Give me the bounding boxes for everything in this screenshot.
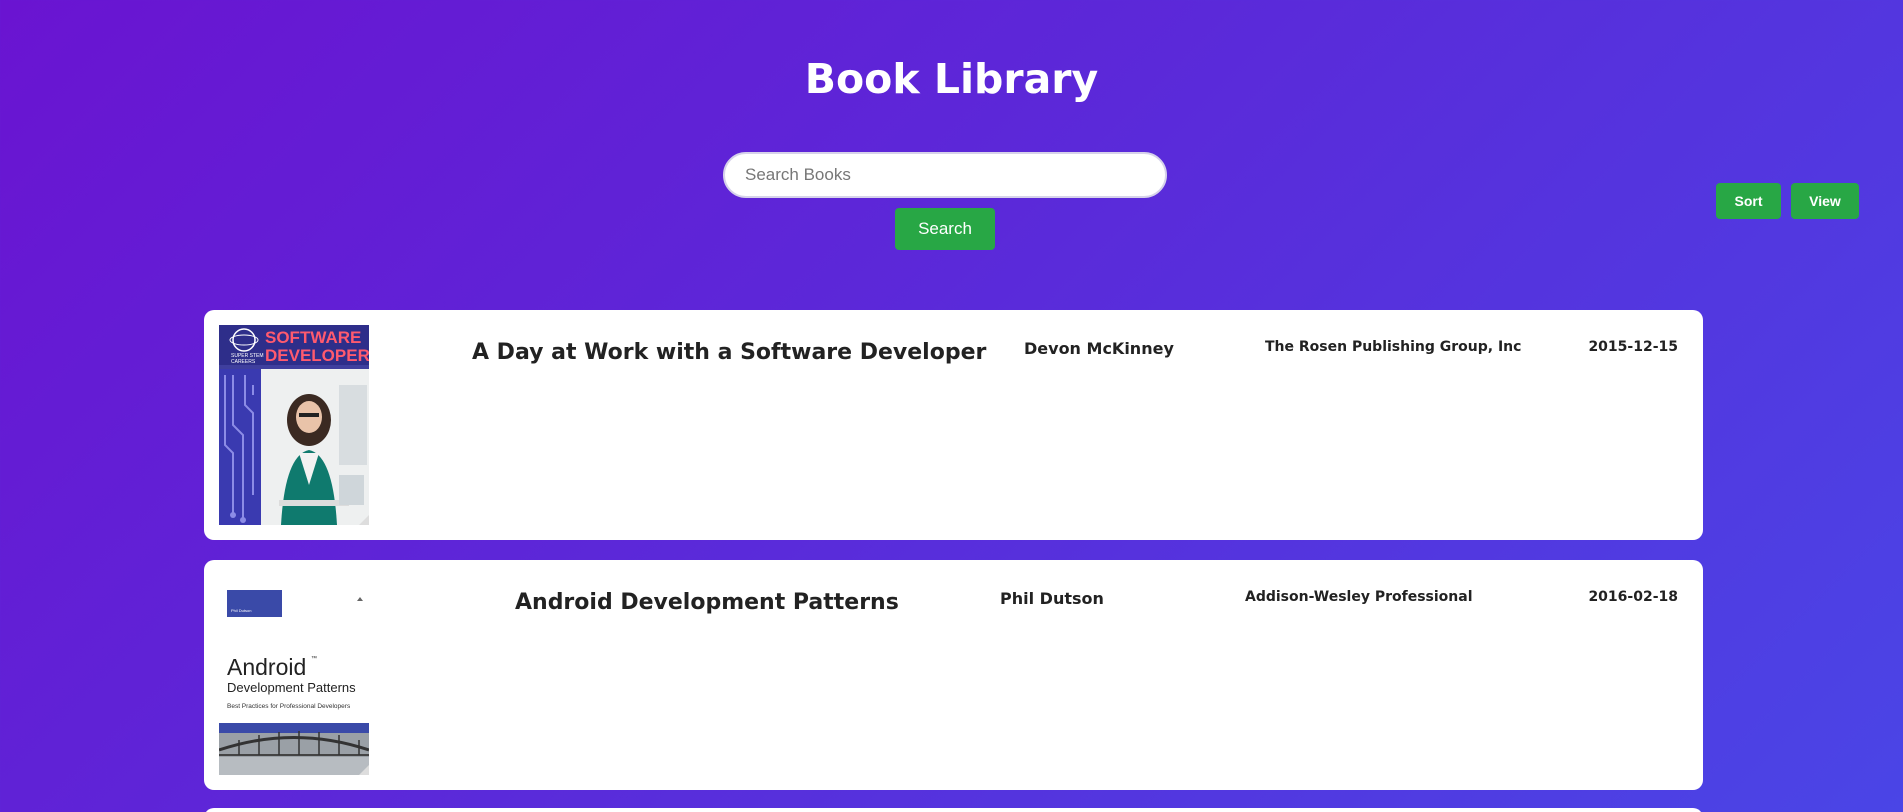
book-publisher: The Rosen Publishing Group, Inc	[1265, 339, 1522, 355]
book-cover-image[interactable]: Phil Dutson Android ™ Development Patter…	[219, 575, 369, 775]
page-title: Book Library	[804, 55, 1099, 103]
svg-text:SOFTWARE: SOFTWARE	[265, 328, 361, 347]
book-author: Devon McKinney	[1024, 339, 1174, 358]
book-publisher: Addison-Wesley Professional	[1245, 589, 1473, 605]
search-button[interactable]: Search	[895, 208, 995, 250]
svg-text:Phil Dutson: Phil Dutson	[231, 608, 251, 613]
svg-text:Development Patterns: Development Patterns	[227, 680, 356, 695]
svg-text:Best Practices for Professiona: Best Practices for Professional Develope…	[227, 703, 351, 710]
book-card[interactable]: SUPER STEM CAREERS SOFTWARE DEVELOPER A …	[204, 310, 1703, 540]
book-card[interactable]	[204, 808, 1703, 812]
view-button[interactable]: View	[1791, 183, 1859, 219]
svg-text:Android: Android	[227, 654, 306, 680]
book-cover-image[interactable]: SUPER STEM CAREERS SOFTWARE DEVELOPER	[219, 325, 369, 525]
sort-button[interactable]: Sort	[1716, 183, 1781, 219]
book-date: 2015-12-15	[1588, 339, 1678, 355]
svg-text:DEVELOPER: DEVELOPER	[265, 346, 369, 365]
svg-text:™: ™	[311, 655, 317, 662]
search-input[interactable]	[723, 152, 1167, 198]
svg-text:CAREERS: CAREERS	[231, 359, 256, 365]
book-date: 2016-02-18	[1588, 589, 1678, 605]
book-card[interactable]: Phil Dutson Android ™ Development Patter…	[204, 560, 1703, 790]
book-author: Phil Dutson	[1000, 589, 1104, 608]
book-title[interactable]: Android Development Patterns	[515, 590, 899, 615]
book-title[interactable]: A Day at Work with a Software Developer	[472, 340, 986, 365]
